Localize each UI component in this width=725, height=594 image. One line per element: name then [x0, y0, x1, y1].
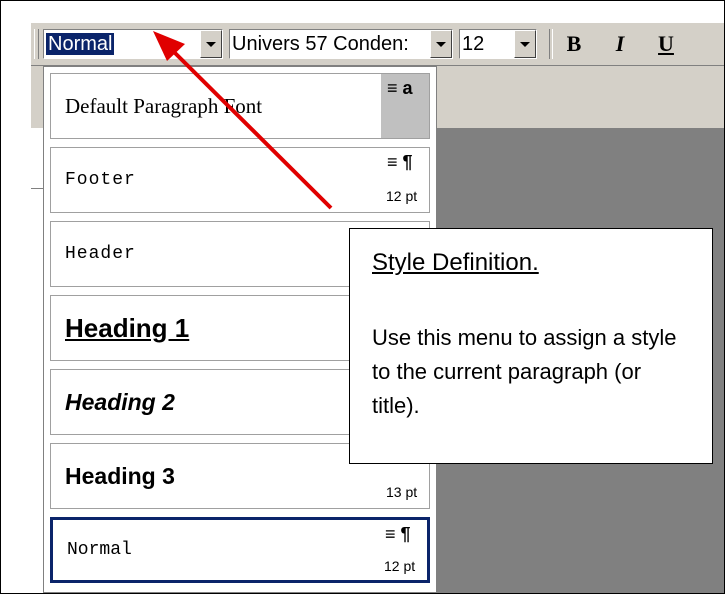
red-arrow-icon [153, 31, 333, 210]
arrow-shaft [169, 47, 333, 210]
screenshot-frame: Normal Univers 57 Conden: 12 B I U Defau… [0, 0, 725, 594]
